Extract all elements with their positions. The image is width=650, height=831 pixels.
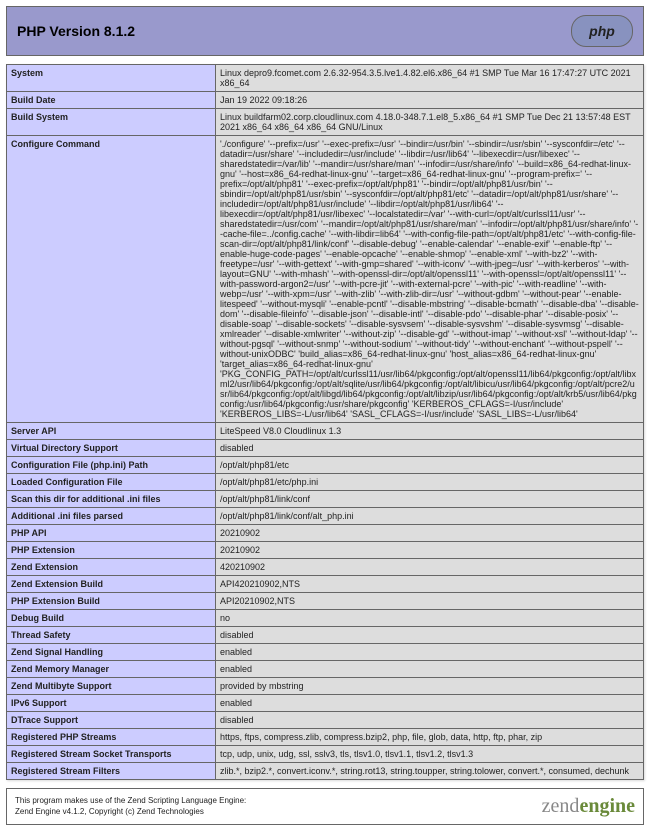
info-value: API420210902,NTS [216,576,644,593]
info-key: Zend Multibyte Support [7,678,216,695]
info-value: Linux buildfarm02.corp.cloudlinux.com 4.… [216,109,644,136]
info-key: System [7,65,216,92]
info-value: no [216,610,644,627]
info-key: Configuration File (php.ini) Path [7,457,216,474]
info-key: Registered Stream Filters [7,763,216,780]
table-row: DTrace Supportdisabled [7,712,644,729]
info-value: disabled [216,712,644,729]
php-logo: php [571,15,633,47]
zend-credits: This program makes use of the Zend Scrip… [15,796,246,817]
info-value: Jan 19 2022 09:18:26 [216,92,644,109]
info-value: 20210902 [216,542,644,559]
info-key: Configure Command [7,136,216,423]
info-value: enabled [216,695,644,712]
table-row: PHP Extension20210902 [7,542,644,559]
info-value: Linux depro9.fcomet.com 2.6.32-954.3.5.l… [216,65,644,92]
info-value: LiteSpeed V8.0 Cloudlinux 1.3 [216,423,644,440]
info-key: Build Date [7,92,216,109]
info-key: Scan this dir for additional .ini files [7,491,216,508]
table-row: Registered Stream Filterszlib.*, bzip2.*… [7,763,644,780]
info-value: /opt/alt/php81/link/conf [216,491,644,508]
info-value: disabled [216,440,644,457]
info-key: PHP Extension Build [7,593,216,610]
info-value: /opt/alt/php81/link/conf/alt_php.ini [216,508,644,525]
zend-line2: Zend Engine v4.1.2, Copyright (c) Zend T… [15,807,204,816]
info-value: './configure' '--prefix=/usr' '--exec-pr… [216,136,644,423]
info-key: Virtual Directory Support [7,440,216,457]
info-key: Debug Build [7,610,216,627]
table-row: PHP API20210902 [7,525,644,542]
info-key: Registered PHP Streams [7,729,216,746]
table-row: Scan this dir for additional .ini files/… [7,491,644,508]
zend-line1: This program makes use of the Zend Scrip… [15,796,246,805]
table-row: Virtual Directory Supportdisabled [7,440,644,457]
info-value: enabled [216,661,644,678]
table-row: Debug Buildno [7,610,644,627]
info-key: Zend Memory Manager [7,661,216,678]
info-key: Zend Signal Handling [7,644,216,661]
info-key: IPv6 Support [7,695,216,712]
info-key: Loaded Configuration File [7,474,216,491]
info-value: https, ftps, compress.zlib, compress.bzi… [216,729,644,746]
info-value: tcp, udp, unix, udg, ssl, sslv3, tls, tl… [216,746,644,763]
info-key: PHP Extension [7,542,216,559]
table-row: Configure Command'./configure' '--prefix… [7,136,644,423]
info-key: Additional .ini files parsed [7,508,216,525]
table-row: Thread Safetydisabled [7,627,644,644]
info-key: DTrace Support [7,712,216,729]
info-key: Server API [7,423,216,440]
info-key: Zend Extension [7,559,216,576]
info-value: 420210902 [216,559,644,576]
info-key: PHP API [7,525,216,542]
info-value: zlib.*, bzip2.*, convert.iconv.*, string… [216,763,644,780]
info-key: Thread Safety [7,627,216,644]
info-key: Registered Stream Socket Transports [7,746,216,763]
table-row: Zend Signal Handlingenabled [7,644,644,661]
info-value: API20210902,NTS [216,593,644,610]
page-title: PHP Version 8.1.2 [17,23,135,39]
info-key: Zend Extension Build [7,576,216,593]
php-header: PHP Version 8.1.2 php [6,6,644,56]
table-row: Zend Extension420210902 [7,559,644,576]
table-row: Loaded Configuration File/opt/alt/php81/… [7,474,644,491]
phpinfo-table: SystemLinux depro9.fcomet.com 2.6.32-954… [6,64,644,780]
table-row: SystemLinux depro9.fcomet.com 2.6.32-954… [7,65,644,92]
table-row: Registered PHP Streamshttps, ftps, compr… [7,729,644,746]
table-row: Zend Multibyte Supportprovided by mbstri… [7,678,644,695]
table-row: Configuration File (php.ini) Path/opt/al… [7,457,644,474]
table-row: Additional .ini files parsed/opt/alt/php… [7,508,644,525]
info-value: provided by mbstring [216,678,644,695]
info-value: enabled [216,644,644,661]
table-row: Zend Extension BuildAPI420210902,NTS [7,576,644,593]
table-row: Zend Memory Managerenabled [7,661,644,678]
table-row: IPv6 Supportenabled [7,695,644,712]
zend-logo: zendengine [542,795,635,818]
info-value: 20210902 [216,525,644,542]
table-row: Server APILiteSpeed V8.0 Cloudlinux 1.3 [7,423,644,440]
zend-footer: This program makes use of the Zend Scrip… [6,788,644,825]
info-key: Build System [7,109,216,136]
table-row: Build DateJan 19 2022 09:18:26 [7,92,644,109]
info-value: disabled [216,627,644,644]
info-value: /opt/alt/php81/etc/php.ini [216,474,644,491]
table-row: PHP Extension BuildAPI20210902,NTS [7,593,644,610]
info-value: /opt/alt/php81/etc [216,457,644,474]
table-row: Registered Stream Socket Transportstcp, … [7,746,644,763]
table-row: Build SystemLinux buildfarm02.corp.cloud… [7,109,644,136]
